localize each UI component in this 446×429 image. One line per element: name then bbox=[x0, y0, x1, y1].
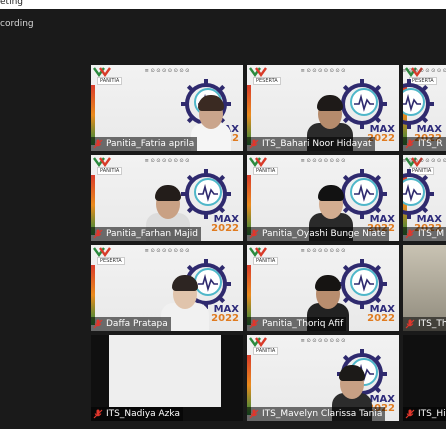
event-logo-text: MAX2022 bbox=[211, 214, 239, 234]
logo-chevron-icon bbox=[249, 247, 267, 257]
participant-tile[interactable]: ≡ ⊙ ⊙ ⊙ ⊙ ⊙ ⊙ ⊙PANITIAMAX2022 Panitia_Fa… bbox=[91, 155, 243, 241]
event-gear-logo-icon bbox=[403, 79, 434, 129]
window-title-fragment: eting bbox=[0, 0, 23, 7]
mic-muted-icon bbox=[93, 139, 103, 149]
slide-role-tag: PESERTA bbox=[253, 77, 281, 85]
logo-chevron-icon bbox=[93, 67, 111, 77]
slide-role-tag: PANITIA bbox=[97, 167, 123, 175]
slide-ribbon bbox=[91, 175, 95, 235]
slide-ribbon bbox=[247, 265, 251, 325]
participant-name: ITS_Hi bbox=[418, 409, 446, 419]
slide-role-tag: PESERTA bbox=[97, 257, 125, 265]
mic-muted-icon bbox=[93, 229, 103, 239]
slide-ribbon bbox=[91, 265, 95, 325]
participant-name-label: ITS_R bbox=[403, 137, 446, 151]
mic-muted-icon bbox=[93, 409, 103, 419]
title-bar: eting bbox=[0, 0, 446, 9]
participant-name-label: Panitia_Thoriq Afif bbox=[247, 317, 347, 331]
mic-muted-icon bbox=[405, 409, 415, 419]
event-logo-text: MAX2022 bbox=[211, 304, 239, 324]
slide-ribbon bbox=[91, 85, 95, 145]
mic-muted-icon bbox=[405, 139, 415, 149]
mic-muted-icon bbox=[405, 319, 415, 329]
slide-role-tag: PANITIA bbox=[253, 167, 279, 175]
participant-tile[interactable]: ITS_Hi bbox=[403, 335, 446, 421]
participant-name-label: ITS_Th bbox=[403, 317, 446, 331]
slide-header: ≡ ⊙ ⊙ ⊙ ⊙ ⊙ ⊙ ⊙ bbox=[403, 68, 446, 74]
participant-name-label: ITS_Nadiya Azka bbox=[91, 407, 183, 421]
participant-name: ITS_R bbox=[418, 139, 443, 149]
mic-muted-icon bbox=[405, 229, 415, 239]
participant-name: ITS_Th bbox=[418, 319, 446, 329]
event-logo-text: MAX2022 bbox=[367, 304, 395, 324]
participant-name-label: ITS_Bahari Noor Hidayat bbox=[247, 137, 375, 151]
participant-name: Panitia_Oyashi Bunge Niate bbox=[262, 229, 386, 239]
participant-name-label: ITS_Hi bbox=[403, 407, 446, 421]
slide-header: ≡ ⊙ ⊙ ⊙ ⊙ ⊙ ⊙ ⊙ bbox=[403, 158, 446, 164]
slide-ribbon bbox=[247, 85, 251, 145]
logo-chevron-icon bbox=[249, 67, 267, 77]
mic-muted-icon bbox=[93, 319, 103, 329]
slide-ribbon bbox=[247, 355, 251, 415]
mic-muted-icon bbox=[249, 139, 259, 149]
participant-name: Panitia_Thoriq Afif bbox=[262, 319, 344, 329]
participant-name-label: Panitia_Farhan Majid bbox=[91, 227, 201, 241]
slide-ribbon bbox=[247, 175, 251, 235]
participant-name-label: Panitia_Fatria aprila bbox=[91, 137, 198, 151]
participant-tile[interactable]: ≡ ⊙ ⊙ ⊙ ⊙ ⊙ ⊙ ⊙ PESERTA MAX 2022 Daffa Prat… bbox=[91, 245, 243, 331]
recording-indicator: cording bbox=[0, 19, 34, 29]
mic-muted-icon bbox=[249, 319, 259, 329]
participant-tile[interactable]: ≡ ⊙ ⊙ ⊙ ⊙ ⊙ ⊙ ⊙PESERTAMAX2022ITS_R bbox=[403, 65, 446, 151]
participant-name-label: Daffa Pratapa bbox=[91, 317, 171, 331]
logo-chevron-icon bbox=[93, 247, 111, 257]
participant-tile[interactable]: ≡ ⊙ ⊙ ⊙ ⊙ ⊙ ⊙ ⊙ PANITIA MAX 2022 Panitia_Th… bbox=[247, 245, 399, 331]
participant-tile[interactable]: ≡ ⊙ ⊙ ⊙ ⊙ ⊙ ⊙ ⊙PANITIAMAX2022ITS_M bbox=[403, 155, 446, 241]
logo-chevron-icon bbox=[93, 157, 111, 167]
participant-name: Panitia_Fatria aprila bbox=[106, 139, 195, 149]
slide-role-tag: PANITIA bbox=[253, 347, 279, 355]
participant-tile[interactable]: ITS_Nadiya Azka bbox=[91, 335, 243, 421]
shared-slide-thumb bbox=[109, 335, 221, 407]
mic-muted-icon bbox=[249, 229, 259, 239]
participant-name: ITS_Bahari Noor Hidayat bbox=[262, 139, 372, 149]
participant-tile[interactable]: ITS_Th bbox=[403, 245, 446, 331]
logo-chevron-icon bbox=[249, 157, 267, 167]
slide-role-tag: PANITIA bbox=[253, 257, 279, 265]
participant-name-label: ITS_Mavelyn Clarissa Tania bbox=[247, 407, 386, 421]
participant-name: ITS_M bbox=[418, 229, 445, 239]
slide-role-tag: PANITIA bbox=[97, 77, 123, 85]
participant-tile[interactable]: ≡ ⊙ ⊙ ⊙ ⊙ ⊙ ⊙ ⊙PANITIAMAX2022 Panitia_Oy… bbox=[247, 155, 399, 241]
participant-name: Panitia_Farhan Majid bbox=[106, 229, 198, 239]
event-gear-logo-icon bbox=[403, 169, 434, 219]
participant-name: ITS_Mavelyn Clarissa Tania bbox=[262, 409, 383, 419]
mic-muted-icon bbox=[249, 409, 259, 419]
participant-tile[interactable]: ≡ ⊙ ⊙ ⊙ ⊙ ⊙ ⊙ ⊙PANITIAMAX2022 Panitia_Fa… bbox=[91, 65, 243, 151]
participant-tile[interactable]: ≡ ⊙ ⊙ ⊙ ⊙ ⊙ ⊙ ⊙PANITIAMAX2022 ITS_Mavely… bbox=[247, 335, 399, 421]
participant-tile[interactable]: ≡ ⊙ ⊙ ⊙ ⊙ ⊙ ⊙ ⊙ PESERTA MAX 2022 ITS_Bahari… bbox=[247, 65, 399, 151]
participant-name: Daffa Pratapa bbox=[106, 319, 168, 329]
logo-chevron-icon bbox=[249, 337, 267, 347]
participant-name: ITS_Nadiya Azka bbox=[106, 409, 180, 419]
participant-name-label: ITS_M bbox=[403, 227, 446, 241]
participant-name-label: Panitia_Oyashi Bunge Niate bbox=[247, 227, 389, 241]
slide-header: ≡ ⊙ ⊙ ⊙ ⊙ ⊙ ⊙ ⊙ bbox=[144, 68, 190, 74]
